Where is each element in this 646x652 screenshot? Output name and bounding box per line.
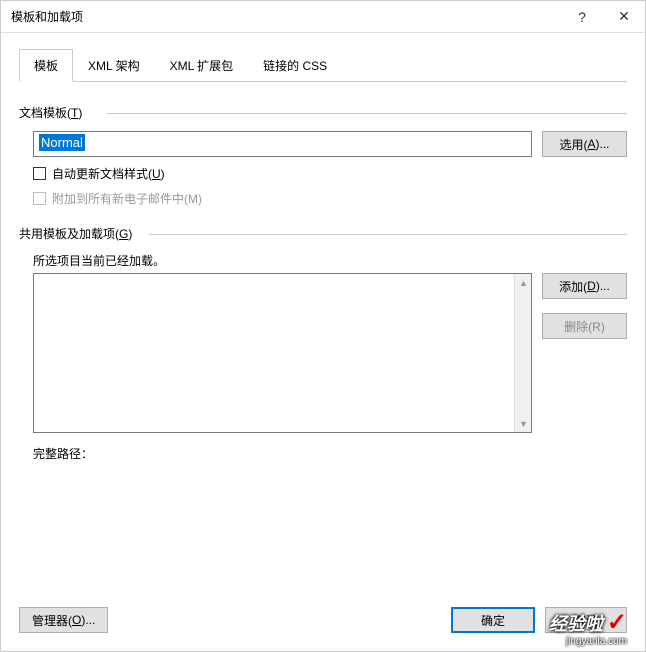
label-text: )... <box>596 137 610 151</box>
label-text: ) <box>161 167 165 181</box>
tab-strip: 模板 XML 架构 XML 扩展包 链接的 CSS <box>19 49 627 82</box>
listbox-scrollbar[interactable]: ▲ ▼ <box>514 274 531 432</box>
label-text: 管理器( <box>32 612 72 629</box>
auto-update-label: 自动更新文档样式(U) <box>52 165 165 182</box>
access-key: O <box>72 613 81 627</box>
label-text: )... <box>81 613 95 627</box>
auto-update-checkbox-row[interactable]: 自动更新文档样式(U) <box>33 165 627 182</box>
select-template-button[interactable]: 选用(A)... <box>542 131 627 157</box>
ok-button[interactable]: 确定 <box>451 607 535 633</box>
label-text: 添加( <box>559 278 587 295</box>
template-input-row: Normal 选用(A)... <box>33 131 627 157</box>
tab-linked-css[interactable]: 链接的 CSS <box>248 49 342 82</box>
dialog-title: 模板和加载项 <box>11 8 561 25</box>
template-input-value: Normal <box>39 134 85 151</box>
add-addin-button[interactable]: 添加(D)... <box>542 273 627 299</box>
fullpath-label: 完整路径： <box>33 445 627 462</box>
access-key: U <box>152 167 161 181</box>
titlebar: 模板和加载项 ? ✕ <box>1 1 645 33</box>
remove-addin-button: 删除(R) <box>542 313 627 339</box>
addin-buttons: 添加(D)... 删除(R) <box>542 273 627 433</box>
manager-button[interactable]: 管理器(O)... <box>19 607 108 633</box>
access-key: D <box>587 279 596 293</box>
access-key: A <box>587 137 595 151</box>
shared-section-title: 共用模板及加载项(G) <box>19 225 627 242</box>
label-text: 文档模板( <box>19 106 71 120</box>
addins-listbox[interactable]: ▲ ▼ <box>33 273 532 433</box>
label-text: 选用( <box>559 136 587 153</box>
doc-template-section-title: 文档模板(T) <box>19 104 627 121</box>
attach-email-checkbox <box>33 192 46 205</box>
dialog-content: 模板 XML 架构 XML 扩展包 链接的 CSS 文档模板(T) Normal… <box>1 33 645 601</box>
label-text: ) <box>78 106 82 120</box>
close-button[interactable]: ✕ <box>603 1 645 33</box>
shared-templates-section: 共用模板及加载项(G) 所选项目当前已经加载。 ▲ ▼ 添加(D)... 删除(… <box>19 225 627 462</box>
label-text: )... <box>596 279 610 293</box>
scroll-up-arrow[interactable]: ▲ <box>515 274 532 291</box>
addins-list-row: ▲ ▼ 添加(D)... 删除(R) <box>33 273 627 433</box>
auto-update-checkbox[interactable] <box>33 167 46 180</box>
access-key: G <box>119 227 128 241</box>
attach-email-checkbox-row: 附加到所有新电子邮件中(M) <box>33 190 627 207</box>
help-button[interactable]: ? <box>561 1 603 33</box>
tab-templates[interactable]: 模板 <box>19 49 73 82</box>
tab-xml-schema[interactable]: XML 架构 <box>73 49 155 82</box>
cancel-button[interactable]: 取消 <box>545 607 627 633</box>
label-text: ) <box>128 227 132 241</box>
tab-xml-expansion[interactable]: XML 扩展包 <box>155 49 249 82</box>
label-text: 共用模板及加载项( <box>19 227 119 241</box>
document-template-input[interactable]: Normal <box>33 131 532 157</box>
dialog-footer: 管理器(O)... 确定 取消 <box>1 601 645 651</box>
label-text: 自动更新文档样式( <box>52 167 152 181</box>
scroll-down-arrow[interactable]: ▼ <box>515 415 532 432</box>
loaded-status-label: 所选项目当前已经加载。 <box>33 252 627 269</box>
attach-email-label: 附加到所有新电子邮件中(M) <box>52 190 202 207</box>
